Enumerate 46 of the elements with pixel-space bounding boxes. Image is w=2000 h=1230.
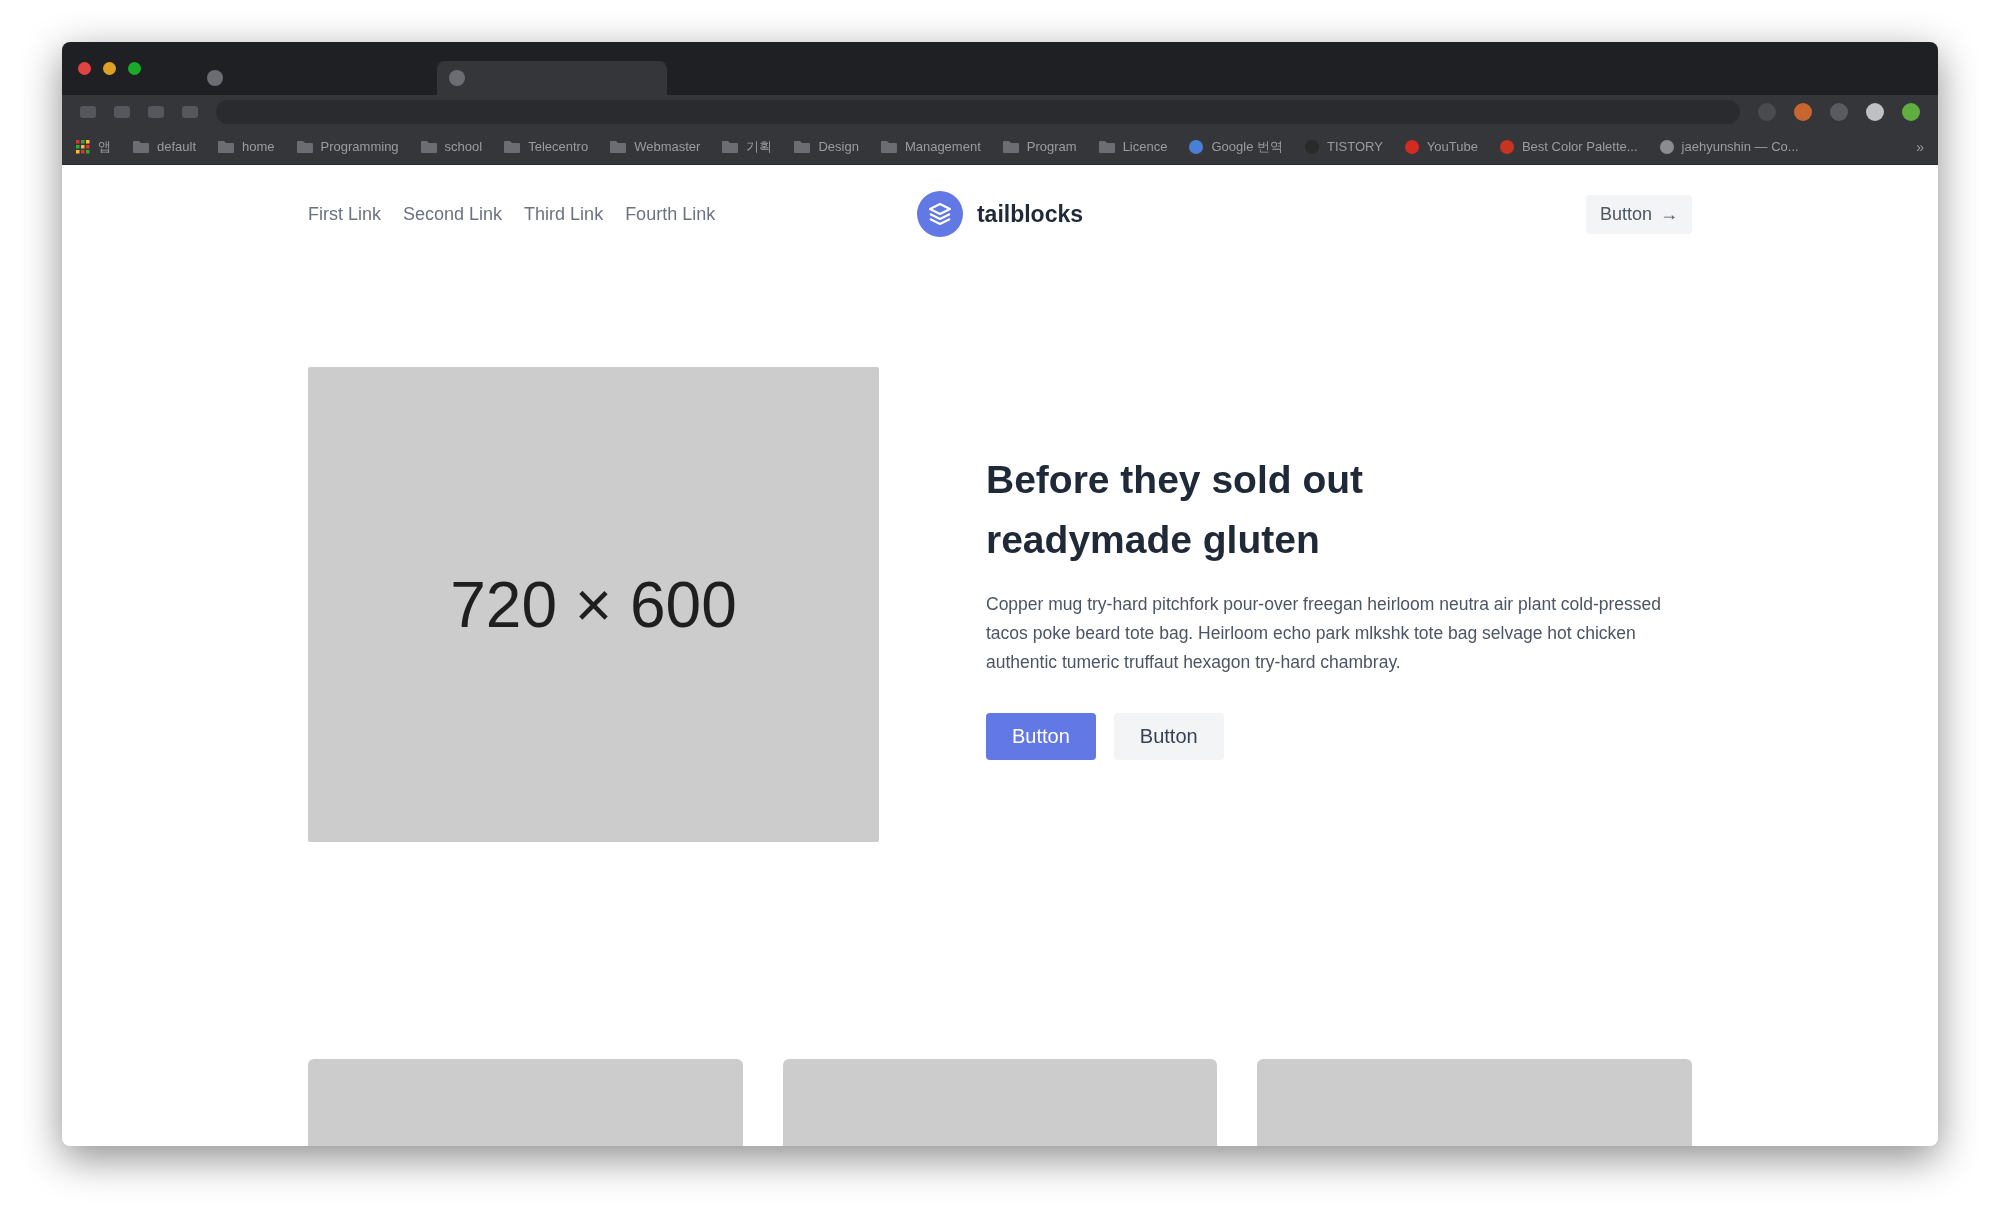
bookmark[interactable]: jaehyunshin — Co... [1659, 139, 1799, 154]
hero-heading: Before they sold out readymade gluten [986, 456, 1365, 563]
bookmark[interactable]: school [420, 139, 483, 154]
nav-link[interactable]: Second Link [403, 203, 503, 225]
folder-icon [880, 140, 897, 153]
bookmark[interactable]: 기획 [722, 137, 773, 156]
bookmark[interactable]: Design [794, 139, 859, 154]
bookmark[interactable]: Programming [296, 139, 399, 154]
placeholder-label: 720 × 600 [450, 567, 737, 642]
folder-icon [218, 140, 235, 153]
bookmark[interactable]: TISTORY [1305, 139, 1383, 154]
bookmark[interactable]: Management [880, 139, 981, 154]
bookmark[interactable]: home [218, 139, 275, 154]
nav-link[interactable]: Fourth Link [625, 203, 716, 225]
folder-icon [794, 140, 811, 153]
folder-icon [1002, 140, 1019, 153]
folder-icon [296, 140, 313, 153]
nav-link[interactable]: Third Link [524, 203, 604, 225]
folder-icon [133, 140, 149, 153]
bookmark[interactable]: Google 번역 [1189, 137, 1283, 156]
layers-logo-icon [916, 191, 963, 237]
nav-link[interactable]: First Link [308, 203, 381, 225]
folder-icon [722, 140, 739, 153]
bookmark[interactable]: Program [1002, 139, 1077, 154]
apps-grid-icon [76, 139, 90, 154]
header-button[interactable]: Button → [1585, 194, 1692, 234]
more-bookmarks-button[interactable]: » [1916, 138, 1924, 155]
close-button[interactable] [78, 62, 91, 75]
brand-name: tailblocks [976, 200, 1084, 228]
hero-paragraph: Copper mug try-hard pitchfork pour-over freegan heirloom neutra air plant cold-pressed tacos poke beard tote bag. Heirloom echo park mlkshk tote bag selvage hot chicken authentic tumeric truffaut hexagon try-hard chambray. [986, 592, 1663, 674]
bookmark[interactable]: Best Color Palette... [1499, 139, 1638, 154]
maximize-button[interactable] [128, 62, 141, 75]
minimize-button[interactable] [103, 62, 116, 75]
folder-icon [1098, 140, 1115, 153]
primary-button[interactable]: Button [986, 712, 1096, 760]
folder-icon [504, 140, 521, 153]
browser-tab[interactable] [437, 60, 667, 95]
bookmark[interactable]: 앱 [76, 137, 111, 156]
bookmark[interactable]: Licence [1098, 139, 1168, 154]
bookmark[interactable]: YouTube [1404, 139, 1478, 154]
bookmark[interactable]: default [133, 139, 197, 154]
secondary-button[interactable]: Button [1113, 712, 1224, 760]
bookmark[interactable]: Telecentro [504, 139, 589, 154]
folder-icon [610, 140, 627, 153]
folder-icon [420, 140, 437, 153]
bookmark[interactable]: Webmaster [610, 139, 701, 154]
